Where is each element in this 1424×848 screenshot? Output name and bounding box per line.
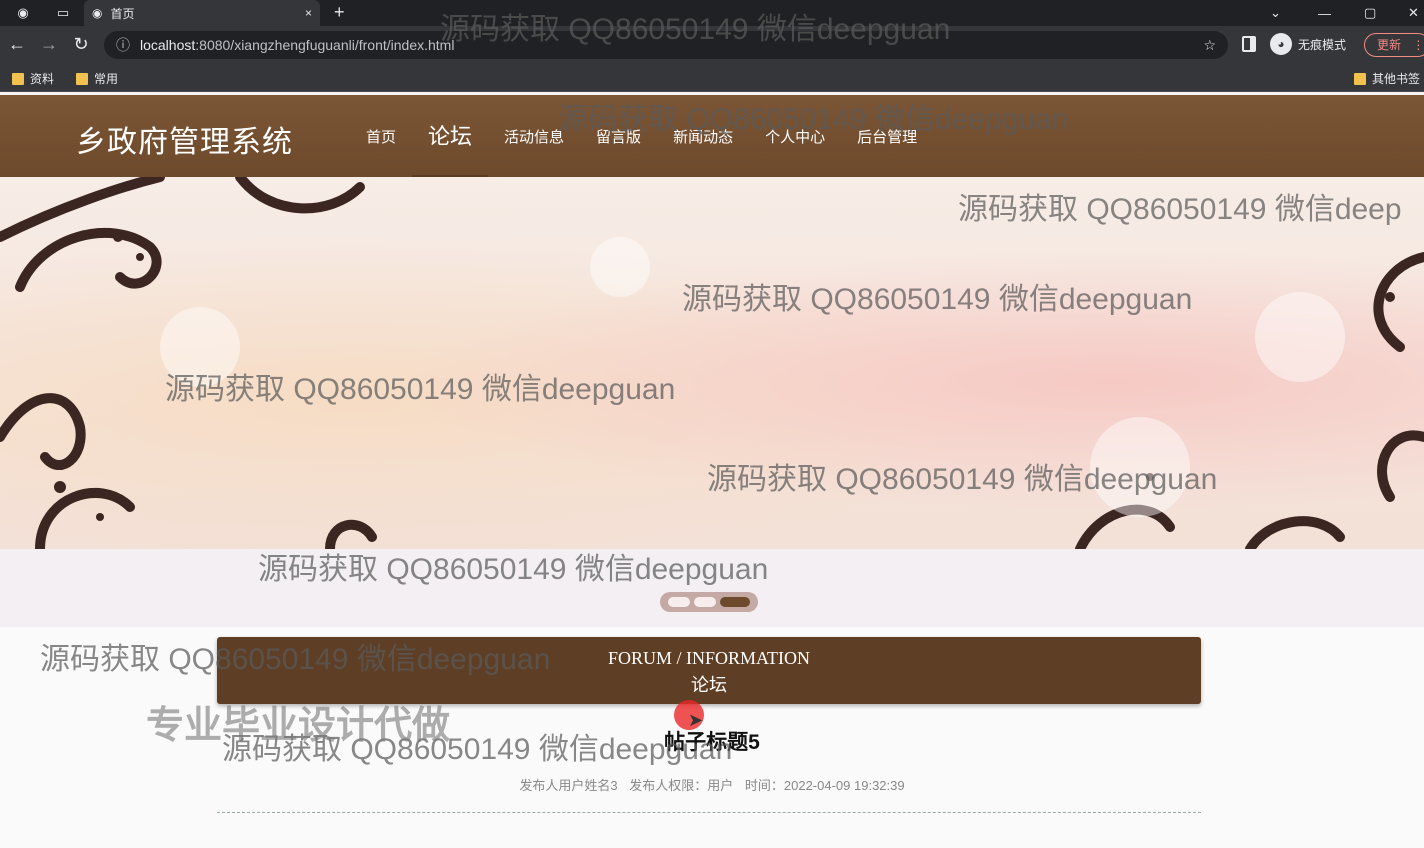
new-tab-button[interactable]: + [334, 2, 345, 23]
carousel-dot-3[interactable] [720, 597, 750, 607]
incognito-label: 无痕模式 [1298, 37, 1347, 52]
url-path: :8080/xiangzhengfuguanli/front/index.htm… [195, 37, 455, 53]
nav-admin[interactable]: 后台管理 [841, 95, 933, 177]
incognito-icon: ◕ [1270, 33, 1292, 55]
back-button[interactable]: ← [6, 34, 28, 55]
nav-message-board[interactable]: 留言版 [580, 95, 657, 177]
globe-icon[interactable]: ◉ [8, 0, 38, 26]
other-bookmarks[interactable]: 其他书签 [1354, 70, 1420, 87]
carousel-strip [0, 549, 1424, 627]
carousel-dot-1[interactable] [668, 597, 690, 607]
info-icon[interactable]: ⓘ [116, 35, 130, 55]
side-panel-icon[interactable] [1242, 36, 1256, 52]
nav-home[interactable]: 首页 [350, 95, 412, 177]
url-input[interactable]: ⓘ localhost:8080/xiangzhengfuguanli/fron… [104, 31, 1228, 59]
folder-icon [12, 72, 24, 85]
bookmark-folder-ziliao[interactable]: 资料 [12, 70, 54, 87]
close-tab-icon[interactable]: × [305, 6, 312, 20]
minimize-button[interactable]: — [1318, 0, 1331, 26]
nav-forum[interactable]: 论坛 [412, 95, 489, 177]
chevron-down-icon[interactable]: ⌄ [1270, 0, 1281, 26]
site-header: 乡政府管理系统 首页 论坛 活动信息 留言版 新闻动态 个人中心 后台管理 [0, 95, 1424, 177]
incognito-indicator[interactable]: ◕ 无痕模式 [1270, 33, 1346, 55]
url-host: localhost [140, 37, 196, 53]
window-icon[interactable]: ▭ [48, 0, 78, 26]
floral-swirl-decoration [0, 177, 1424, 549]
post-meta: 发布人用户姓名3 发布人权限：用户 时间：2022-04-09 19:32:39 [0, 775, 1424, 794]
update-button[interactable]: 更新 ⋮ [1364, 33, 1424, 57]
folder-icon [76, 72, 88, 85]
carousel-pagination [660, 592, 758, 612]
browser-tab-bar: ◉ ▭ ◉ 首页 × + ⌄ — ▢ ✕ [0, 0, 1424, 26]
globe-icon: ◉ [92, 6, 103, 20]
watermark-bold: 专业毕业设计代做 [146, 705, 451, 747]
forward-button[interactable]: → [38, 34, 60, 55]
nav-activities[interactable]: 活动信息 [488, 95, 580, 177]
forum-heading-en: FORUM / INFORMATION [607, 648, 811, 668]
mouse-cursor-icon: ➤ [688, 710, 704, 730]
browser-tab[interactable]: ◉ 首页 × [84, 0, 320, 26]
post-divider [217, 812, 1201, 813]
menu-dots-icon[interactable]: ⋮ [1412, 38, 1424, 52]
tab-title: 首页 [110, 6, 135, 21]
maximize-button[interactable]: ▢ [1364, 0, 1376, 26]
folder-icon [1354, 72, 1366, 85]
address-bar-row: ← → ↻ ⓘ localhost:8080/xiangzhengfuguanl… [0, 26, 1424, 64]
bookmark-folder-changyong[interactable]: 常用 [76, 70, 118, 87]
main-nav: 首页 论坛 活动信息 留言版 新闻动态 个人中心 后台管理 [350, 95, 933, 177]
post-role: 发布人权限：用户 [629, 778, 734, 793]
bookmark-star-icon[interactable]: ☆ [1203, 37, 1216, 54]
bookmarks-bar: 资料 常用 其他书签 [0, 64, 1424, 92]
nav-user-center[interactable]: 个人中心 [749, 95, 841, 177]
post-author: 发布人用户姓名3 [519, 778, 618, 793]
reload-button[interactable]: ↻ [70, 34, 92, 55]
nav-news[interactable]: 新闻动态 [657, 95, 749, 177]
window-close-button[interactable]: ✕ [1408, 0, 1419, 26]
site-title: 乡政府管理系统 [76, 126, 293, 159]
carousel-dot-2[interactable] [694, 597, 716, 607]
post-time: 时间：2022-04-09 19:32:39 [744, 778, 905, 793]
banner-image [0, 177, 1424, 549]
update-label: 更新 [1377, 38, 1402, 52]
